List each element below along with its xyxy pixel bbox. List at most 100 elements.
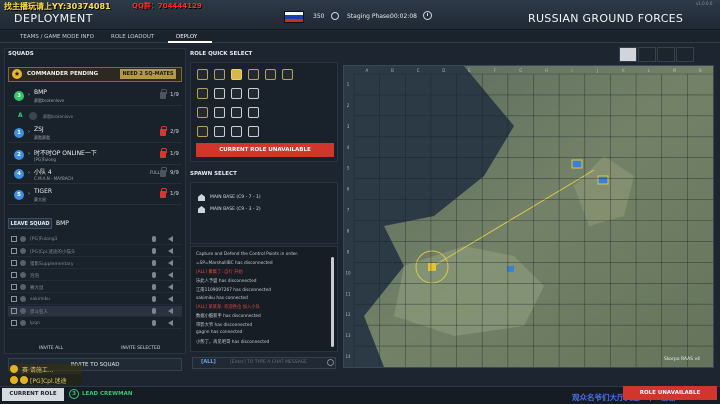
squad-member-count: 9/9 — [170, 170, 179, 176]
nav-bar — [0, 31, 720, 43]
player-row[interactable]: sakimiku — [8, 294, 182, 305]
chevron-right-icon: › — [28, 170, 30, 176]
grid-column-label: A — [365, 68, 368, 73]
volume-icon[interactable] — [168, 236, 173, 242]
player-checkbox[interactable] — [11, 296, 17, 302]
chat-message: Capture and Defend the Control Points in… — [196, 252, 299, 257]
squad-row[interactable]: 3 › BMP 赛脂brokenlove 1/9 — [8, 87, 182, 106]
player-checkbox[interactable] — [11, 248, 17, 254]
microphone-icon[interactable] — [152, 236, 156, 242]
player-row[interactable]: 猎影Supplementary — [8, 258, 182, 269]
player-checkbox[interactable] — [11, 320, 17, 326]
player-checkbox[interactable] — [11, 284, 17, 290]
spawn-label: MAIN BASE (C9 - 3 - 2) — [210, 207, 261, 212]
player-checkbox[interactable] — [11, 272, 17, 278]
role-flag-icon[interactable] — [248, 88, 259, 99]
microphone-icon[interactable] — [152, 272, 156, 278]
spawn-label: MAIN BASE (C9 - 7 - 1) — [210, 195, 261, 200]
role-machinegunner-icon[interactable] — [231, 107, 242, 118]
chat-scrollbar[interactable] — [331, 257, 334, 347]
role-medic-icon[interactable] — [214, 69, 225, 80]
squad-member-count: 1/9 — [170, 151, 179, 157]
player-row[interactable]: lpqn — [8, 318, 182, 329]
squad-row[interactable]: 5 › TIGER 赛大鼠 1/9 — [8, 186, 182, 205]
grid-row-label: 2 — [347, 103, 350, 108]
volume-icon[interactable] — [168, 260, 173, 266]
role-lat-icon[interactable] — [197, 107, 208, 118]
grid-row-label: 5 — [347, 166, 350, 171]
vehicle-icon[interactable] — [676, 47, 694, 62]
objective-marker — [428, 263, 436, 271]
spawn-select-title: SPAWN SELECT — [190, 171, 237, 177]
chevron-right-icon: › — [28, 151, 30, 157]
volume-icon[interactable] — [168, 272, 173, 278]
active-tab-indicator — [168, 41, 212, 43]
tab-teams-game-mode[interactable]: TEAMS / GAME MODE INFO — [20, 32, 94, 42]
grid-row-label: 9 — [347, 249, 350, 254]
role-hat-icon[interactable] — [214, 107, 225, 118]
grid-row-label: 6 — [347, 187, 350, 192]
chat-message: 江南1109097267 has disconnected — [196, 287, 271, 293]
role-icon[interactable] — [638, 47, 656, 62]
invite-selected-button[interactable]: INVITE SELECTED — [121, 346, 160, 351]
tab-role-loadout[interactable]: ROLE LOADOUT — [111, 32, 154, 42]
squad-member-count: 1/9 — [170, 92, 179, 98]
my-squad-name: BMP — [56, 220, 69, 227]
role-scout-icon[interactable] — [248, 107, 259, 118]
volume-icon[interactable] — [168, 248, 173, 254]
player-row[interactable]: 彦斗狂人 — [8, 306, 182, 317]
role-grenadier-icon[interactable] — [197, 88, 208, 99]
player-row[interactable]: 赛大鼠 — [8, 282, 182, 293]
chat-channel-label[interactable]: [ALL] — [201, 359, 216, 365]
role-engineer-icon[interactable] — [214, 88, 225, 99]
squad-row[interactable]: 4 › 小队 4 C.M.A.N - MAYBACH FULL 9/9 — [8, 165, 182, 184]
role-unavailable-button[interactable]: ROLE UNAVAILABLE — [623, 386, 717, 400]
map-canvas[interactable]: A B C D E F G H I J K L M N1234567891011121314 — [344, 66, 713, 367]
grid-row-label: 14 — [345, 354, 351, 359]
player-checkbox[interactable] — [11, 308, 17, 314]
microphone-icon[interactable] — [152, 260, 156, 266]
microphone-icon[interactable] — [152, 320, 156, 326]
chevron-right-icon: › — [28, 191, 30, 197]
player-row[interactable]: [PG]Cpl.迷途的小猫头 — [8, 246, 182, 257]
spawn-item[interactable]: MAIN BASE (C9 - 3 - 2) — [197, 205, 327, 215]
chat-send-icon[interactable] — [327, 359, 334, 366]
microphone-icon[interactable] — [152, 248, 156, 254]
role-ammo-icon[interactable] — [248, 126, 259, 137]
role-rifleman-icon[interactable] — [197, 69, 208, 80]
microphone-icon[interactable] — [152, 308, 156, 314]
current-role-button[interactable]: CURRENT ROLE — [2, 388, 64, 401]
squad-row[interactable]: 1 › ZSJ 赛脂赛脂 2/9 — [8, 124, 182, 143]
grid-column-label: G — [519, 68, 522, 73]
role-no-icon[interactable] — [231, 126, 242, 137]
microphone-icon[interactable] — [152, 296, 156, 302]
squad-row[interactable]: 2 › 时不时OP ONLINE一下 [PG]Fulong 1/9 — [8, 146, 182, 165]
role-pilot-icon[interactable] — [248, 69, 259, 80]
role-lead-crewman-icon[interactable] — [265, 69, 276, 80]
grid-row-label: 7 — [347, 208, 350, 213]
volume-icon[interactable] — [168, 284, 173, 290]
role-sapper-icon[interactable] — [231, 88, 242, 99]
base-icon — [198, 206, 205, 213]
role-squad-leader-icon[interactable] — [197, 126, 208, 137]
player-row[interactable]: 泡泡 — [8, 270, 182, 281]
volume-icon[interactable] — [168, 320, 173, 326]
player-row[interactable]: [PG]Fulong1 — [8, 234, 182, 245]
role-crewman-icon[interactable] — [231, 69, 242, 80]
player-checkbox[interactable] — [11, 260, 17, 266]
invite-all-button[interactable]: INVITE ALL — [39, 346, 63, 351]
role-marksman-icon[interactable] — [282, 69, 293, 80]
player-checkbox[interactable] — [11, 236, 17, 242]
volume-icon[interactable] — [168, 308, 173, 314]
current-role-unavailable-button[interactable]: CURRENT ROLE UNAVAILABLE — [196, 143, 334, 157]
volume-icon[interactable] — [168, 296, 173, 302]
microphone-icon[interactable] — [152, 284, 156, 290]
chat-icon[interactable] — [619, 47, 637, 62]
lock-icon — [160, 167, 167, 177]
role-automatic-rifleman-icon[interactable] — [214, 126, 225, 137]
squad-number-badge: 3 — [14, 91, 24, 101]
leave-squad-button[interactable]: LEAVE SQUAD — [8, 218, 52, 229]
squad-icon[interactable] — [657, 47, 675, 62]
faction-flag-icon — [284, 11, 304, 23]
spawn-item[interactable]: MAIN BASE (C9 - 7 - 1) — [197, 193, 327, 203]
